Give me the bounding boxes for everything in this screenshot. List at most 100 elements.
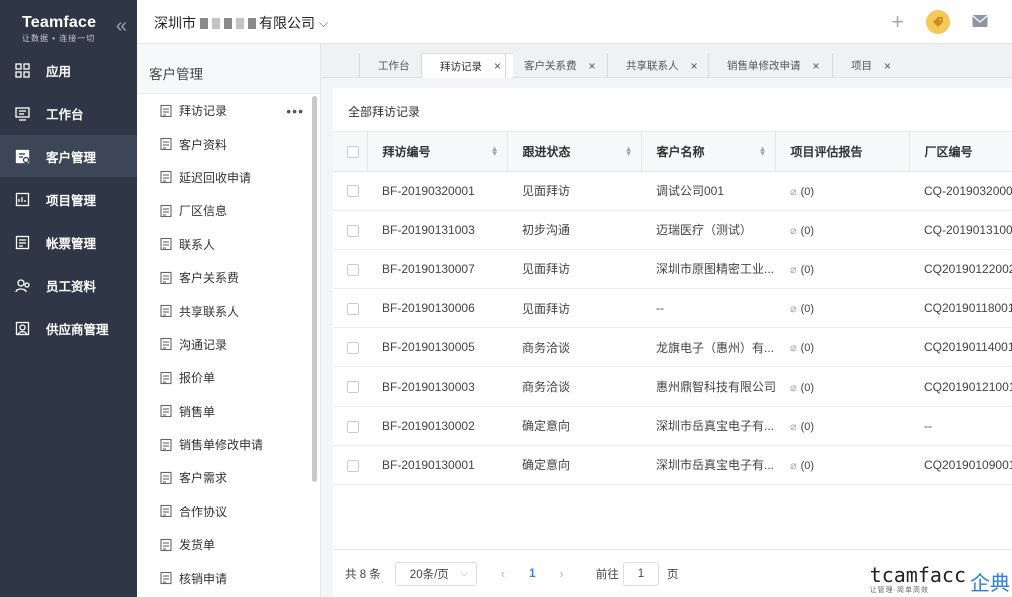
row-checkbox-cell[interactable] (333, 249, 367, 290)
module-item[interactable]: 厂区信息 (137, 194, 320, 227)
row-checkbox-cell[interactable] (333, 210, 367, 250)
module-item[interactable]: 销售单 (137, 395, 320, 428)
table-row[interactable]: BF-20190320001 见面拜访 调试公司001 ⌀ (0) CQ-20190320… (333, 171, 1012, 211)
mail-icon[interactable] (972, 14, 988, 31)
module-item[interactable]: 联系人 (137, 228, 320, 261)
column-header[interactable]: 拜访编号 ▲ ▼ (367, 132, 508, 172)
row-checkbox-cell[interactable] (333, 288, 367, 329)
redacted-block (212, 17, 220, 29)
row-checkbox[interactable] (347, 381, 359, 394)
nav-item[interactable]: 项目管理 (0, 178, 137, 220)
tab[interactable]: 共享联系人 × (607, 53, 710, 78)
report-cell[interactable]: ⌀ (0) (775, 288, 909, 329)
nav-item[interactable]: 工作台 (0, 92, 137, 134)
table-row[interactable]: BF-20190130002 确定意向 深圳市岳真宝电子有... ⌀ (0) -- (333, 406, 1012, 446)
select-all-checkbox[interactable] (347, 146, 359, 159)
row-checkbox[interactable] (347, 263, 359, 276)
module-item[interactable]: 延迟回收申请 (137, 161, 320, 194)
nav-item[interactable]: 客户管理 (0, 135, 137, 177)
column-header[interactable]: 跟进状态 ▲ ▼ (507, 132, 642, 172)
table-row[interactable]: BF-20190130007 见面拜访 深圳市原图精密工业... ⌀ (0) CQ2019… (333, 249, 1012, 290)
report-cell[interactable]: ⌀ (0) (775, 210, 909, 250)
tab[interactable]: 拜访记录 × (421, 53, 514, 78)
attachment-count: (0) (800, 185, 815, 198)
report-cell[interactable]: ⌀ (0) (775, 171, 909, 211)
tab-label: 销售单修改申请 (727, 60, 801, 72)
select-all-header[interactable] (333, 132, 368, 172)
table-row[interactable]: BF-20190131003 初步沟通 迈瑞医疗（测试） ⌀ (0) CQ-2019013… (333, 210, 1012, 250)
nav-item[interactable]: 员工资料 (0, 264, 137, 306)
module-item[interactable]: 共享联系人 (137, 294, 320, 327)
row-checkbox[interactable] (347, 459, 359, 472)
row-checkbox[interactable] (347, 420, 359, 433)
module-item[interactable]: 客户资料 (137, 127, 320, 160)
close-icon[interactable]: × (494, 59, 501, 73)
tab[interactable]: 工作台 (359, 53, 422, 78)
company-switcher[interactable]: 深圳市 有限公司 ⌵ (154, 13, 328, 33)
module-item[interactable]: 合作协议 (137, 495, 320, 528)
column-header[interactable]: 项目评估报告 (775, 132, 910, 172)
row-checkbox[interactable] (347, 302, 359, 315)
close-icon[interactable]: × (884, 59, 891, 73)
close-icon[interactable]: × (813, 59, 820, 73)
close-icon[interactable]: × (589, 59, 596, 73)
nav-item[interactable]: 帐票管理 (0, 221, 137, 263)
goto-page-input[interactable]: 1 (622, 561, 659, 586)
column-header[interactable]: 厂区编号 (909, 132, 1012, 172)
report-cell[interactable]: ⌀ (0) (775, 327, 909, 368)
nav-item[interactable]: 供应商管理 (0, 307, 137, 349)
row-checkbox[interactable] (347, 224, 359, 237)
sort-icon[interactable]: ▲ ▼ (759, 145, 767, 158)
table-row[interactable]: BF-20190130006 见面拜访 -- ⌀ (0) CQ20190118001 (333, 288, 1012, 329)
tag-icon[interactable] (926, 10, 950, 34)
table-cell: CQ-20190320001 (909, 171, 1012, 211)
apps-icon (14, 62, 30, 78)
page-number-current[interactable]: 1 (529, 568, 535, 580)
module-item[interactable]: 销售单修改申请 (137, 428, 320, 461)
tab[interactable]: 项目 × (832, 53, 903, 78)
tab[interactable]: 客户关系费 × (505, 53, 608, 78)
row-checkbox-cell[interactable] (333, 445, 367, 486)
sort-icon[interactable]: ▲ ▼ (491, 145, 499, 158)
prev-page-icon[interactable]: ‹ (501, 566, 505, 581)
report-cell[interactable]: ⌀ (0) (775, 406, 909, 446)
row-checkbox[interactable] (347, 342, 359, 355)
row-checkbox[interactable] (347, 185, 359, 198)
module-item[interactable]: 报价单 (137, 361, 320, 394)
row-checkbox-cell[interactable] (333, 406, 367, 446)
report-cell[interactable]: ⌀ (0) (775, 445, 909, 486)
module-item-label: 拜访记录 (179, 104, 228, 119)
table-row[interactable]: BF-20190130005 商务洽谈 龙旗电子（惠州）有... ⌀ (0) CQ2019… (333, 327, 1012, 368)
sort-icon[interactable]: ▲ ▼ (625, 145, 633, 158)
report-cell[interactable]: ⌀ (0) (775, 249, 909, 290)
next-page-icon[interactable]: › (560, 566, 564, 581)
module-item[interactable]: 发货单 (137, 528, 320, 561)
row-checkbox-cell[interactable] (333, 327, 367, 368)
close-icon[interactable]: × (691, 59, 698, 73)
attachment-icon: ⌀ (790, 185, 797, 198)
page-size-select[interactable]: 20条/页 ⌵ (394, 561, 477, 586)
module-item-label: 共享联系人 (179, 304, 240, 319)
module-item[interactable]: 拜访记录 ••• (137, 94, 320, 127)
more-icon[interactable]: ••• (286, 103, 304, 119)
fee-icon (159, 271, 173, 285)
collapse-sidebar-icon[interactable]: « (116, 16, 127, 36)
table-cell: 深圳市岳真宝电子有... (641, 445, 775, 486)
top-bar: 深圳市 有限公司 ⌵ + (137, 0, 1012, 44)
module-item[interactable]: 客户需求 (137, 461, 320, 494)
column-header[interactable]: 客户名称 ▲ ▼ (641, 132, 776, 172)
row-checkbox-cell[interactable] (333, 366, 367, 407)
module-item[interactable]: 沟通记录 (137, 328, 320, 361)
attachment-count: (0) (800, 420, 815, 433)
redacted-block (248, 17, 256, 29)
module-item[interactable]: 核销申请 (137, 561, 320, 594)
module-item[interactable]: 客户关系费 (137, 261, 320, 294)
tab[interactable]: 销售单修改申请 × (708, 53, 832, 78)
nav-item[interactable]: 应用 (0, 49, 137, 91)
table-row[interactable]: BF-20190130001 确定意向 深圳市岳真宝电子有... ⌀ (0) CQ2019… (333, 445, 1012, 486)
report-cell[interactable]: ⌀ (0) (775, 366, 909, 407)
row-checkbox-cell[interactable] (333, 171, 367, 211)
table-row[interactable]: BF-20190130003 商务洽谈 惠州鼎智科技有限公司 ⌀ (0) CQ201901… (333, 366, 1012, 407)
sidebar-scrollbar[interactable] (312, 96, 317, 482)
add-icon[interactable]: + (891, 11, 904, 33)
